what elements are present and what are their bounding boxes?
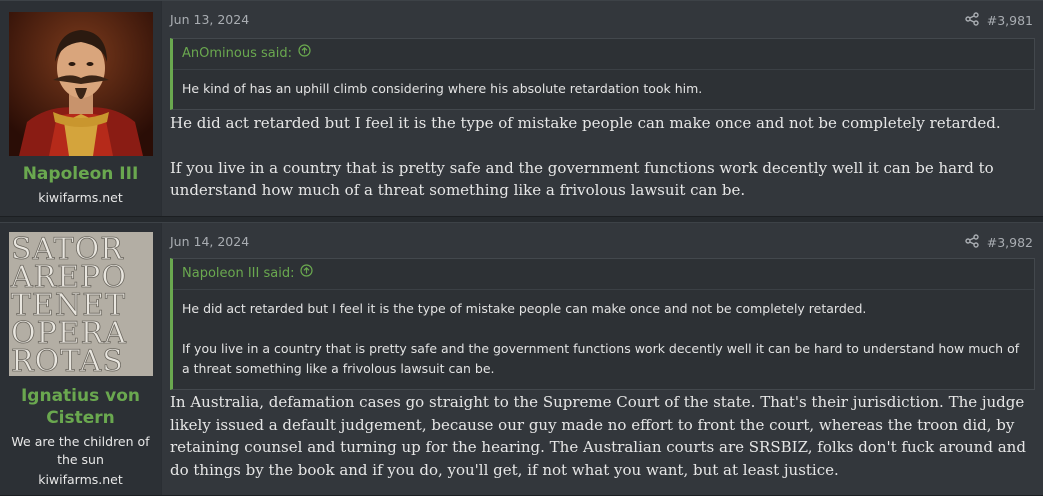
username-text[interactable]: Ignatius von Cistern bbox=[21, 386, 140, 428]
arrow-up-circle-icon[interactable] bbox=[300, 259, 314, 289]
avatar-sator-square-image: SATOR AREPO TENET OPERA ROTAS bbox=[9, 232, 153, 376]
avatar-portrait-image bbox=[9, 12, 153, 156]
post-paragraph: He did act retarded but I feel it is the… bbox=[170, 114, 1001, 132]
share-icon[interactable] bbox=[965, 12, 979, 29]
post-date[interactable]: Jun 14, 2024 bbox=[170, 234, 249, 249]
user-title: We are the children of the sun bbox=[11, 434, 150, 467]
username[interactable]: Ignatius von Cistern bbox=[0, 385, 161, 429]
arrow-up-circle-icon[interactable] bbox=[298, 39, 311, 69]
quote-block: AnOminous said: He kind of has an uphill… bbox=[170, 38, 1035, 110]
post: Napoleon III kiwifarms.net Jun 13, 2024 … bbox=[0, 0, 1043, 217]
quote-paragraph: He kind of has an uphill climb consideri… bbox=[182, 81, 703, 96]
user-site: kiwifarms.net bbox=[38, 472, 123, 487]
post-body: In Australia, defamation cases go straig… bbox=[170, 391, 1029, 481]
post-paragraph: In Australia, defamation cases go straig… bbox=[170, 393, 1026, 479]
username[interactable]: Napoleon III bbox=[0, 163, 161, 185]
post-number[interactable]: #3,982 bbox=[987, 235, 1033, 250]
post-actions: #3,982 bbox=[965, 234, 1033, 251]
quote-header[interactable]: Napoleon III said: bbox=[173, 259, 1034, 290]
avatar[interactable]: SATOR AREPO TENET OPERA ROTAS bbox=[9, 232, 153, 376]
post-actions: #3,981 bbox=[965, 12, 1033, 29]
quote-body: He did act retarded but I feel it is the… bbox=[173, 290, 1034, 389]
post-content: Jun 13, 2024 #3,981 AnOminous said: He k… bbox=[161, 1, 1043, 216]
quote-block: Napoleon III said: He did act retarded b… bbox=[170, 258, 1035, 390]
user-title: kiwifarms.net bbox=[38, 190, 123, 205]
post-date[interactable]: Jun 13, 2024 bbox=[170, 12, 249, 27]
quote-attribution[interactable]: Napoleon III said: bbox=[182, 259, 294, 289]
quote-paragraph: He did act retarded but I feel it is the… bbox=[182, 301, 867, 316]
post: SATOR AREPO TENET OPERA ROTAS Ignatius v… bbox=[0, 222, 1043, 496]
quote-attribution[interactable]: AnOminous said: bbox=[182, 39, 292, 69]
post-content: Jun 14, 2024 #3,982 Napoleon III said: H… bbox=[161, 223, 1043, 495]
quote-header[interactable]: AnOminous said: bbox=[173, 39, 1034, 70]
post-paragraph: If you live in a country that is pretty … bbox=[170, 158, 994, 200]
quote-paragraph: If you live in a country that is pretty … bbox=[182, 341, 1020, 376]
share-icon[interactable] bbox=[965, 234, 979, 251]
user-cell: SATOR AREPO TENET OPERA ROTAS Ignatius v… bbox=[0, 223, 162, 495]
avatar-letters-row: ROTAS bbox=[11, 344, 124, 376]
post-number[interactable]: #3,981 bbox=[987, 13, 1033, 28]
user-cell: Napoleon III kiwifarms.net bbox=[0, 1, 162, 216]
post-body: He did act retarded but I feel it is the… bbox=[170, 112, 1029, 202]
avatar[interactable] bbox=[9, 12, 153, 156]
quote-body: He kind of has an uphill climb consideri… bbox=[173, 70, 1034, 109]
